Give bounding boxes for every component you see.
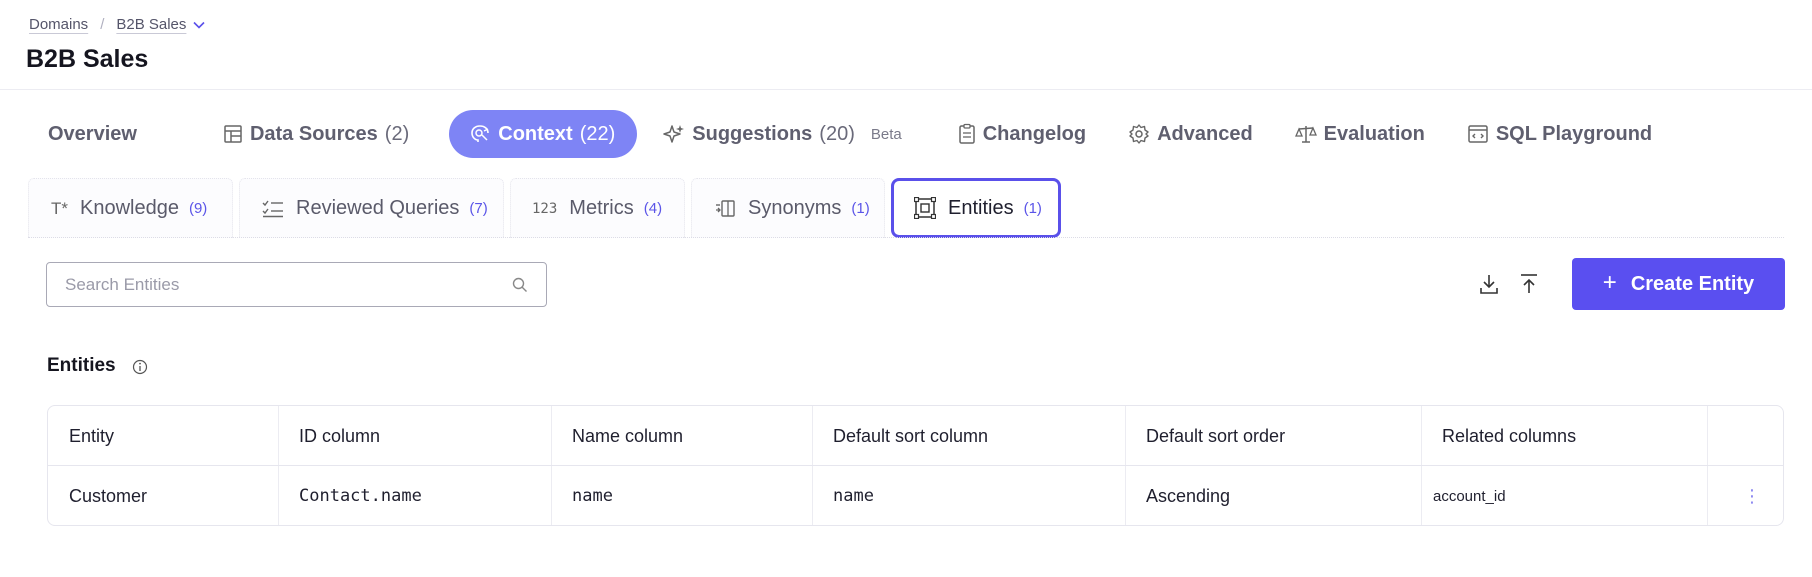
chevron-down-icon[interactable] xyxy=(193,21,205,29)
subtab-label: Entities xyxy=(948,196,1014,219)
tab-label: Data Sources xyxy=(249,122,378,145)
tab-context[interactable]: Context (22) xyxy=(449,110,638,158)
header-name-column[interactable]: Name column xyxy=(551,406,683,466)
gear-icon xyxy=(1128,123,1150,145)
search-input[interactable] xyxy=(65,274,512,295)
subtab-count: (4) xyxy=(643,200,663,217)
subtab-count: (9) xyxy=(188,200,208,217)
header-default-sort-order[interactable]: Default sort order xyxy=(1125,406,1285,466)
tab-label: Suggestions xyxy=(692,122,813,145)
header-id-column[interactable]: ID column xyxy=(278,406,380,466)
download-icon[interactable] xyxy=(1475,270,1503,298)
header-default-sort-column[interactable]: Default sort column xyxy=(812,406,988,466)
plus-icon: + xyxy=(1602,269,1617,296)
section-title: Entities xyxy=(47,355,148,377)
search-box xyxy=(46,262,547,307)
tab-count: (22) xyxy=(579,122,616,145)
breadcrumb-separator: / xyxy=(100,16,105,33)
kebab-icon[interactable]: ⋮ xyxy=(1743,466,1761,525)
breadcrumb-current[interactable]: B2B Sales xyxy=(116,16,186,33)
tab-count: (20) xyxy=(819,122,855,145)
tab-sql-playground[interactable]: SQL Playground xyxy=(1467,110,1652,158)
upload-icon[interactable] xyxy=(1515,270,1543,298)
subtab-knowledge[interactable]: T* Knowledge (9) xyxy=(28,178,233,238)
sparkle-icon xyxy=(663,123,685,145)
subtab-label: Reviewed Queries xyxy=(296,197,460,219)
subtab-entities[interactable]: Entities (1) xyxy=(891,178,1061,238)
header-entity[interactable]: Entity xyxy=(48,406,114,466)
section-title-text: Entities xyxy=(47,355,116,376)
tab-suggestions[interactable]: Suggestions (20) Beta xyxy=(663,110,902,158)
breadcrumb-domains-link[interactable]: Domains xyxy=(29,16,88,33)
entities-table: Entity ID column Name column Default sor… xyxy=(47,405,1784,526)
breadcrumb: Domains / B2B Sales xyxy=(29,16,205,33)
tab-label: SQL Playground xyxy=(1495,122,1653,145)
entities-icon xyxy=(914,197,936,219)
context-sub-tabs: T* Knowledge (9) Reviewed Queries (7) 12… xyxy=(28,178,1067,238)
synonyms-icon xyxy=(714,199,736,219)
cell-entity: Customer xyxy=(69,485,148,506)
info-icon[interactable] xyxy=(132,359,148,375)
text-icon: T* xyxy=(51,198,68,218)
context-icon xyxy=(469,123,491,145)
tab-advanced[interactable]: Advanced xyxy=(1128,110,1253,158)
sub-tabs-divider xyxy=(28,237,1784,238)
subtab-label: Synonyms xyxy=(748,197,842,219)
create-entity-label: Create Entity xyxy=(1630,272,1755,295)
header-divider xyxy=(0,89,1812,90)
tab-changelog[interactable]: Changelog xyxy=(958,110,1086,158)
search-icon[interactable] xyxy=(512,277,528,293)
tab-data-sources[interactable]: Data Sources (2) xyxy=(223,110,409,158)
table-row[interactable]: Customer Contact.name name name Ascendin… xyxy=(48,466,1783,525)
numbers-icon: 123 xyxy=(532,200,558,217)
subtab-label: Knowledge xyxy=(80,197,179,219)
subtab-count: (1) xyxy=(851,200,870,217)
header-related-columns[interactable]: Related columns xyxy=(1421,406,1576,466)
tab-overview[interactable]: Overview xyxy=(30,110,137,158)
cell-id-column: Contact.name xyxy=(299,486,422,506)
subtab-label: Metrics xyxy=(569,197,634,219)
cell-related-columns: account_id xyxy=(1433,487,1506,505)
cell-default-sort-column: name xyxy=(833,486,874,506)
main-tabs: Overview Data Sources (2) Context (22) S… xyxy=(30,110,1694,158)
tab-label: Changelog xyxy=(982,122,1087,145)
tab-count: (2) xyxy=(384,122,410,145)
subtab-count: (7) xyxy=(469,200,488,217)
data-sources-icon xyxy=(223,124,243,144)
cell-name-column: name xyxy=(572,486,613,506)
tab-label: Context xyxy=(498,122,573,145)
tab-label: Overview xyxy=(48,122,137,145)
subtab-synonyms[interactable]: Synonyms (1) xyxy=(691,178,885,238)
subtab-reviewed-queries[interactable]: Reviewed Queries (7) xyxy=(239,178,504,238)
beta-badge: Beta xyxy=(870,125,902,143)
page-title: B2B Sales xyxy=(26,45,149,73)
subtab-count: (1) xyxy=(1023,199,1042,217)
scale-icon xyxy=(1294,123,1317,145)
tab-label: Advanced xyxy=(1157,122,1253,145)
clipboard-icon xyxy=(958,123,976,145)
checklist-icon xyxy=(262,200,284,218)
subtab-metrics[interactable]: 123 Metrics (4) xyxy=(510,178,685,238)
tab-evaluation[interactable]: Evaluation xyxy=(1294,110,1425,158)
table-header-row: Entity ID column Name column Default sor… xyxy=(48,406,1783,466)
create-entity-button[interactable]: + Create Entity xyxy=(1572,258,1785,310)
tab-label: Evaluation xyxy=(1323,122,1425,145)
sql-playground-icon xyxy=(1467,123,1489,145)
cell-default-sort-order: Ascending xyxy=(1146,485,1231,506)
